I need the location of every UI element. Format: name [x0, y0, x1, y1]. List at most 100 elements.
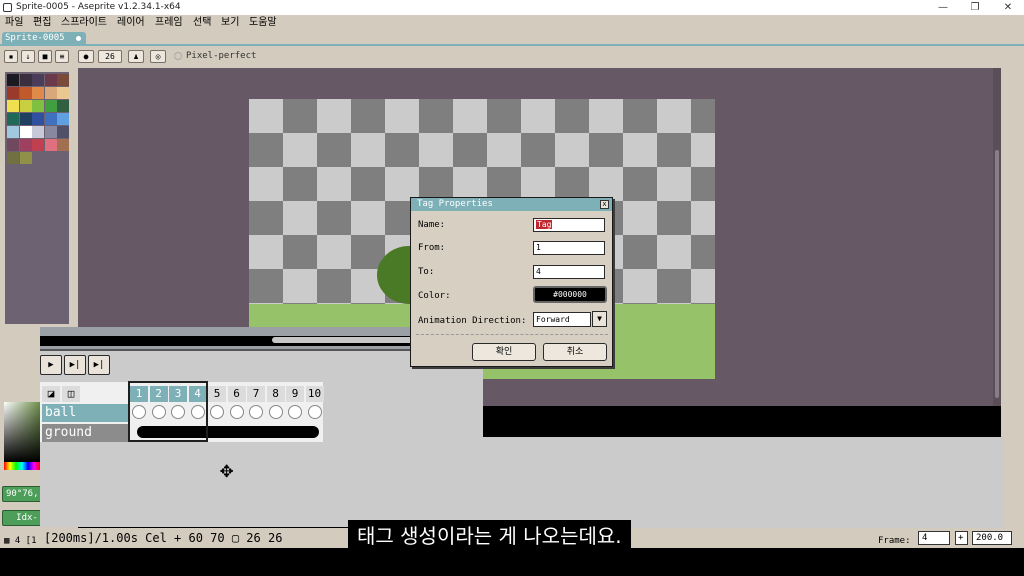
- palette-swatch[interactable]: [44, 113, 57, 125]
- palette-swatch[interactable]: [32, 139, 44, 151]
- palette-swatch[interactable]: [32, 100, 44, 112]
- palette-swatch[interactable]: [19, 126, 32, 138]
- palette-swatch[interactable]: [32, 126, 44, 138]
- palette-swatch[interactable]: [44, 126, 57, 138]
- frame-header-6[interactable]: 6: [227, 386, 246, 402]
- frame-header-2[interactable]: 2: [149, 386, 168, 402]
- ok-button[interactable]: 확인: [472, 343, 536, 361]
- ball-cel-1[interactable]: [132, 405, 146, 419]
- frame-header-1[interactable]: 1: [130, 386, 148, 402]
- to-field[interactable]: 4: [533, 265, 605, 279]
- palette-swatch[interactable]: [7, 100, 19, 112]
- vertical-scrollbar-thumb[interactable]: [995, 150, 999, 398]
- palette-swatch[interactable]: [7, 74, 19, 86]
- frame-header-5[interactable]: 5: [208, 386, 226, 402]
- palette-swatch[interactable]: [19, 74, 32, 86]
- menu-view[interactable]: 보기: [221, 15, 239, 31]
- frame-header-4[interactable]: 4: [188, 386, 207, 402]
- palette-swatch[interactable]: [32, 87, 44, 99]
- close-icon[interactable]: ✕: [993, 0, 1023, 15]
- menu-frame[interactable]: 프레임: [155, 15, 183, 31]
- video-subtitle: 태그 생성이라는 게 나오는데요.: [348, 520, 631, 553]
- menu-select[interactable]: 선택: [193, 15, 211, 31]
- menu-edit[interactable]: 편집: [33, 15, 51, 31]
- ball-cel-3[interactable]: [171, 405, 185, 419]
- palette-swatch[interactable]: [44, 100, 57, 112]
- next-frame-button[interactable]: ▶|: [64, 355, 86, 375]
- palette-swatch[interactable]: [44, 139, 57, 151]
- ball-cel-8[interactable]: [268, 405, 283, 419]
- pixel-perfect-toggle[interactable]: Pixel-perfect: [174, 50, 256, 63]
- frame-field[interactable]: 4: [918, 531, 950, 545]
- ball-cel-6[interactable]: [229, 405, 244, 419]
- lock-icon[interactable]: ▪: [4, 50, 18, 63]
- palette-swatch[interactable]: [7, 152, 19, 164]
- square-icon[interactable]: ■: [38, 50, 52, 63]
- palette-swatch[interactable]: [57, 126, 69, 138]
- palette-swatch[interactable]: [19, 152, 32, 164]
- palette-swatch[interactable]: [44, 74, 57, 86]
- frame-header-3[interactable]: 3: [169, 386, 187, 402]
- palette-swatch[interactable]: [57, 100, 69, 112]
- cancel-button[interactable]: 취소: [543, 343, 607, 361]
- lines-icon[interactable]: ≡: [55, 50, 69, 63]
- hue-slider[interactable]: [4, 462, 40, 470]
- layer-ball[interactable]: ball: [42, 404, 128, 422]
- menu-layer[interactable]: 레이어: [117, 15, 145, 31]
- play-button[interactable]: ▶: [40, 355, 62, 375]
- tag-color-button[interactable]: #000000: [533, 286, 607, 303]
- palette-swatch[interactable]: [7, 126, 19, 138]
- download-icon[interactable]: ↓: [21, 50, 35, 63]
- chevron-down-icon[interactable]: ▼: [592, 311, 607, 327]
- palette-swatch[interactable]: [44, 87, 57, 99]
- palette-swatch[interactable]: [7, 139, 19, 151]
- palette-swatch[interactable]: [19, 100, 32, 112]
- ball-cel-4[interactable]: [190, 405, 205, 419]
- minimize-icon[interactable]: —: [928, 0, 958, 15]
- from-label: From:: [418, 243, 446, 253]
- name-field[interactable]: Tag: [533, 218, 605, 232]
- palette-swatch[interactable]: [19, 113, 32, 125]
- frame-step-button[interactable]: +: [955, 531, 968, 545]
- palette-swatch[interactable]: [7, 113, 19, 125]
- layer-visibility-icon[interactable]: ◪: [42, 386, 60, 402]
- palette-swatch[interactable]: [32, 113, 44, 125]
- ground-cel-span[interactable]: [137, 426, 319, 438]
- ball-cel-10[interactable]: [307, 405, 322, 419]
- frame-header-10[interactable]: 10: [305, 386, 324, 402]
- palette-swatch[interactable]: [19, 87, 32, 99]
- color-value-field[interactable]: 90°76,: [2, 486, 42, 502]
- palette-swatch[interactable]: [32, 74, 44, 86]
- menu-help[interactable]: 도움말: [249, 15, 277, 31]
- palette-swatch[interactable]: [57, 87, 69, 99]
- layer-lock-icon[interactable]: ◫: [62, 386, 80, 402]
- ball-cel-9[interactable]: [288, 405, 302, 419]
- zoom-field[interactable]: 200.0: [972, 531, 1012, 545]
- palette-swatch[interactable]: [7, 87, 19, 99]
- frame-header-9[interactable]: 9: [286, 386, 304, 402]
- pixel-perfect-checkbox[interactable]: [174, 51, 182, 60]
- color-spectrum[interactable]: [4, 402, 40, 462]
- menu-file[interactable]: 파일: [5, 15, 23, 31]
- frame-header-7[interactable]: 7: [247, 386, 265, 402]
- palette-swatch[interactable]: [57, 113, 69, 125]
- menu-sprite[interactable]: 스프라이트: [61, 15, 107, 31]
- ink-icon[interactable]: ♟: [128, 50, 144, 63]
- brush-size-field[interactable]: 26: [98, 50, 122, 63]
- direction-select[interactable]: Forward: [533, 312, 591, 327]
- frame-header-8[interactable]: 8: [266, 386, 285, 402]
- tab-label: Sprite-0005: [5, 33, 65, 43]
- dialog-close-button[interactable]: x: [600, 200, 609, 209]
- ball-cel-5[interactable]: [210, 405, 224, 419]
- ball-cel-2[interactable]: [151, 405, 166, 419]
- palette-swatch[interactable]: [19, 139, 32, 151]
- ball-cel-7[interactable]: [249, 405, 263, 419]
- layer-ground[interactable]: ground: [42, 424, 128, 442]
- palette-swatch[interactable]: [57, 74, 69, 86]
- palette-swatch[interactable]: [57, 139, 69, 151]
- from-field[interactable]: 1: [533, 241, 605, 255]
- zoom-options-icon[interactable]: ◎: [150, 50, 166, 63]
- maximize-icon[interactable]: ❐: [960, 0, 990, 15]
- brush-circle-icon[interactable]: ●: [78, 50, 94, 63]
- last-frame-button[interactable]: ▶|: [88, 355, 110, 375]
